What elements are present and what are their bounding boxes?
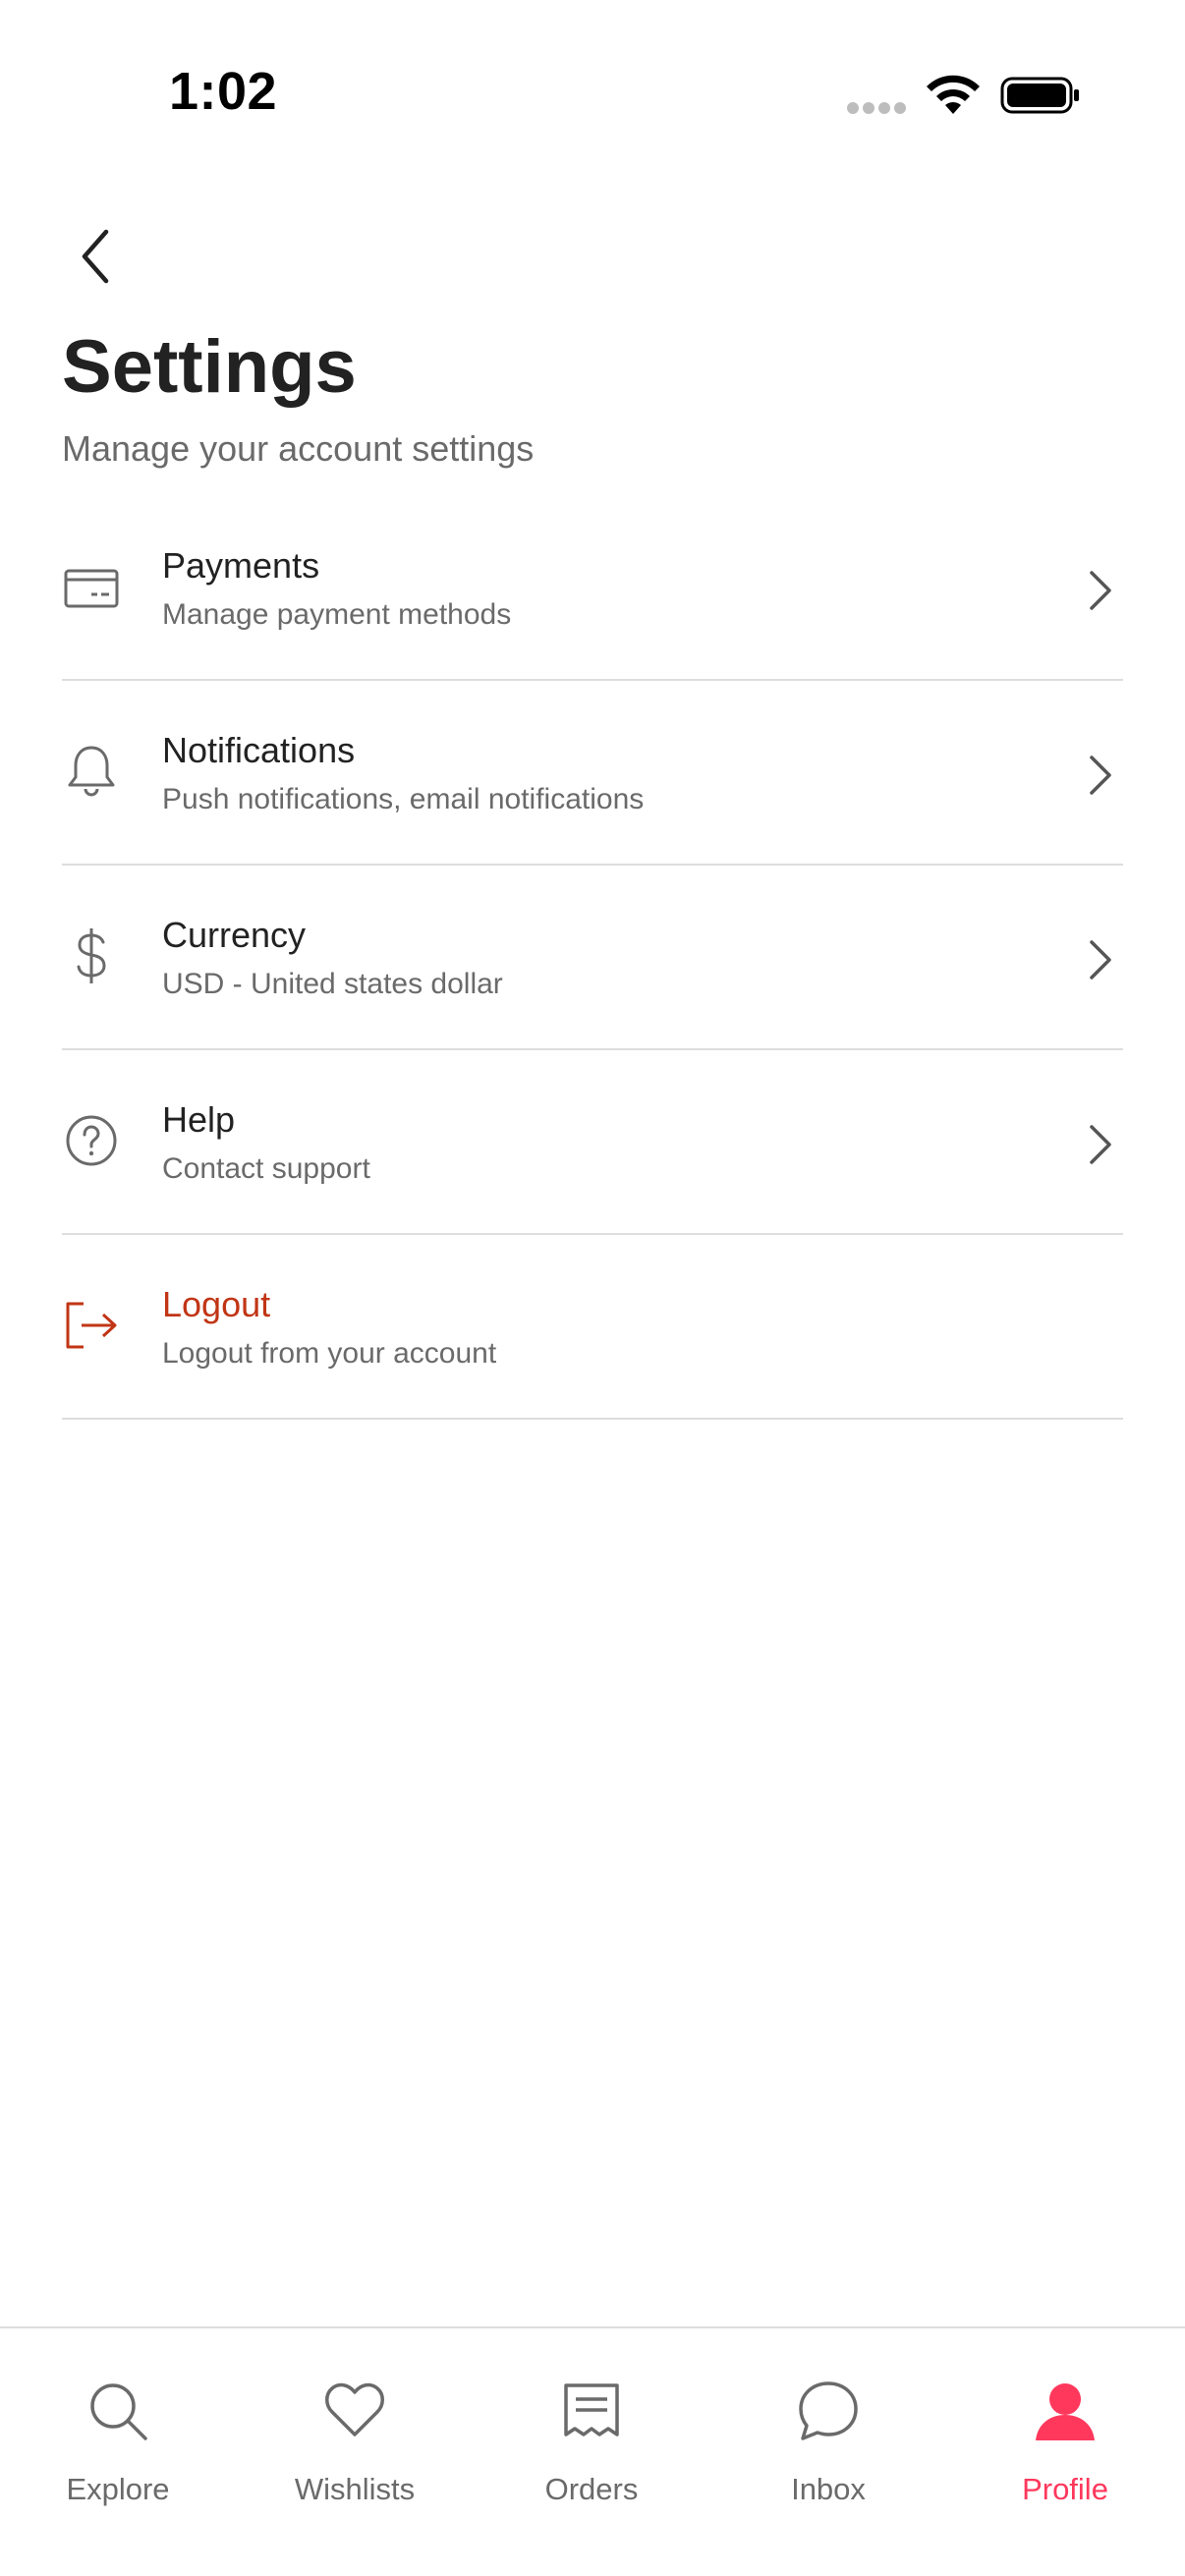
logout-icon xyxy=(66,1302,117,1349)
row-title: Notifications xyxy=(162,730,356,770)
tab-wishlists[interactable]: Wishlists xyxy=(237,2328,473,2525)
tab-profile[interactable]: Profile xyxy=(947,2328,1183,2525)
settings-screen: 1:02 Settings Manage your account settin… xyxy=(0,0,1185,2576)
tab-inbox[interactable]: Inbox xyxy=(710,2328,946,2525)
row-subtitle: USD - United states dollar xyxy=(162,968,503,1000)
tab-orders[interactable]: Orders xyxy=(474,2328,709,2525)
row-subtitle: Push notifications, email notifications xyxy=(162,783,645,815)
chevron-right-icon xyxy=(1090,571,1111,610)
chevron-left-icon xyxy=(82,229,109,284)
row-subtitle: Logout from your account xyxy=(162,1337,497,1370)
tab-label: Explore xyxy=(66,2472,170,2506)
row-subtitle: Contact support xyxy=(162,1152,370,1185)
credit-card-icon xyxy=(64,569,119,608)
tab-label: Profile xyxy=(1022,2472,1108,2506)
row-title: Logout xyxy=(162,1284,271,1324)
settings-row-currency[interactable]: Currency USD - United states dollar xyxy=(62,866,1123,1050)
heart-icon xyxy=(325,2382,384,2436)
page-title: Settings xyxy=(62,325,357,409)
back-button[interactable] xyxy=(63,222,132,291)
cellular-signal-icon xyxy=(847,102,908,116)
tab-label: Orders xyxy=(544,2472,639,2506)
page-subtitle: Manage your account settings xyxy=(62,428,535,469)
row-title: Help xyxy=(162,1099,236,1140)
settings-row-notifications[interactable]: Notifications Push notifications, email … xyxy=(62,681,1123,866)
status-time: 1:02 xyxy=(169,62,278,121)
chevron-right-icon xyxy=(1090,756,1111,795)
tab-label: Inbox xyxy=(791,2472,866,2506)
dollar-icon xyxy=(77,928,106,983)
row-subtitle: Manage payment methods xyxy=(162,598,512,631)
chevron-right-icon xyxy=(1090,1125,1111,1164)
settings-row-help[interactable]: Help Contact support xyxy=(62,1050,1123,1235)
help-circle-icon xyxy=(66,1115,117,1166)
chat-bubble-icon xyxy=(799,2381,858,2440)
chevron-right-icon xyxy=(1090,940,1111,980)
tab-explore[interactable]: Explore xyxy=(0,2328,236,2525)
receipt-icon xyxy=(564,2383,619,2436)
settings-row-logout[interactable]: Logout Logout from your account xyxy=(62,1235,1123,1420)
search-icon xyxy=(90,2383,147,2440)
wifi-icon xyxy=(927,75,980,114)
row-title: Payments xyxy=(162,545,320,586)
row-title: Currency xyxy=(162,915,307,955)
bell-icon xyxy=(68,746,115,797)
tab-bar: Explore Wishlists Orders Inbox Profile xyxy=(0,2326,1185,2576)
settings-list: Payments Manage payment methods Notifica… xyxy=(62,496,1123,1420)
settings-row-payments[interactable]: Payments Manage payment methods xyxy=(62,496,1123,681)
status-bar: 1:02 xyxy=(0,0,1185,147)
profile-icon xyxy=(1036,2383,1095,2440)
tab-label: Wishlists xyxy=(294,2472,416,2506)
battery-icon xyxy=(1000,77,1079,114)
